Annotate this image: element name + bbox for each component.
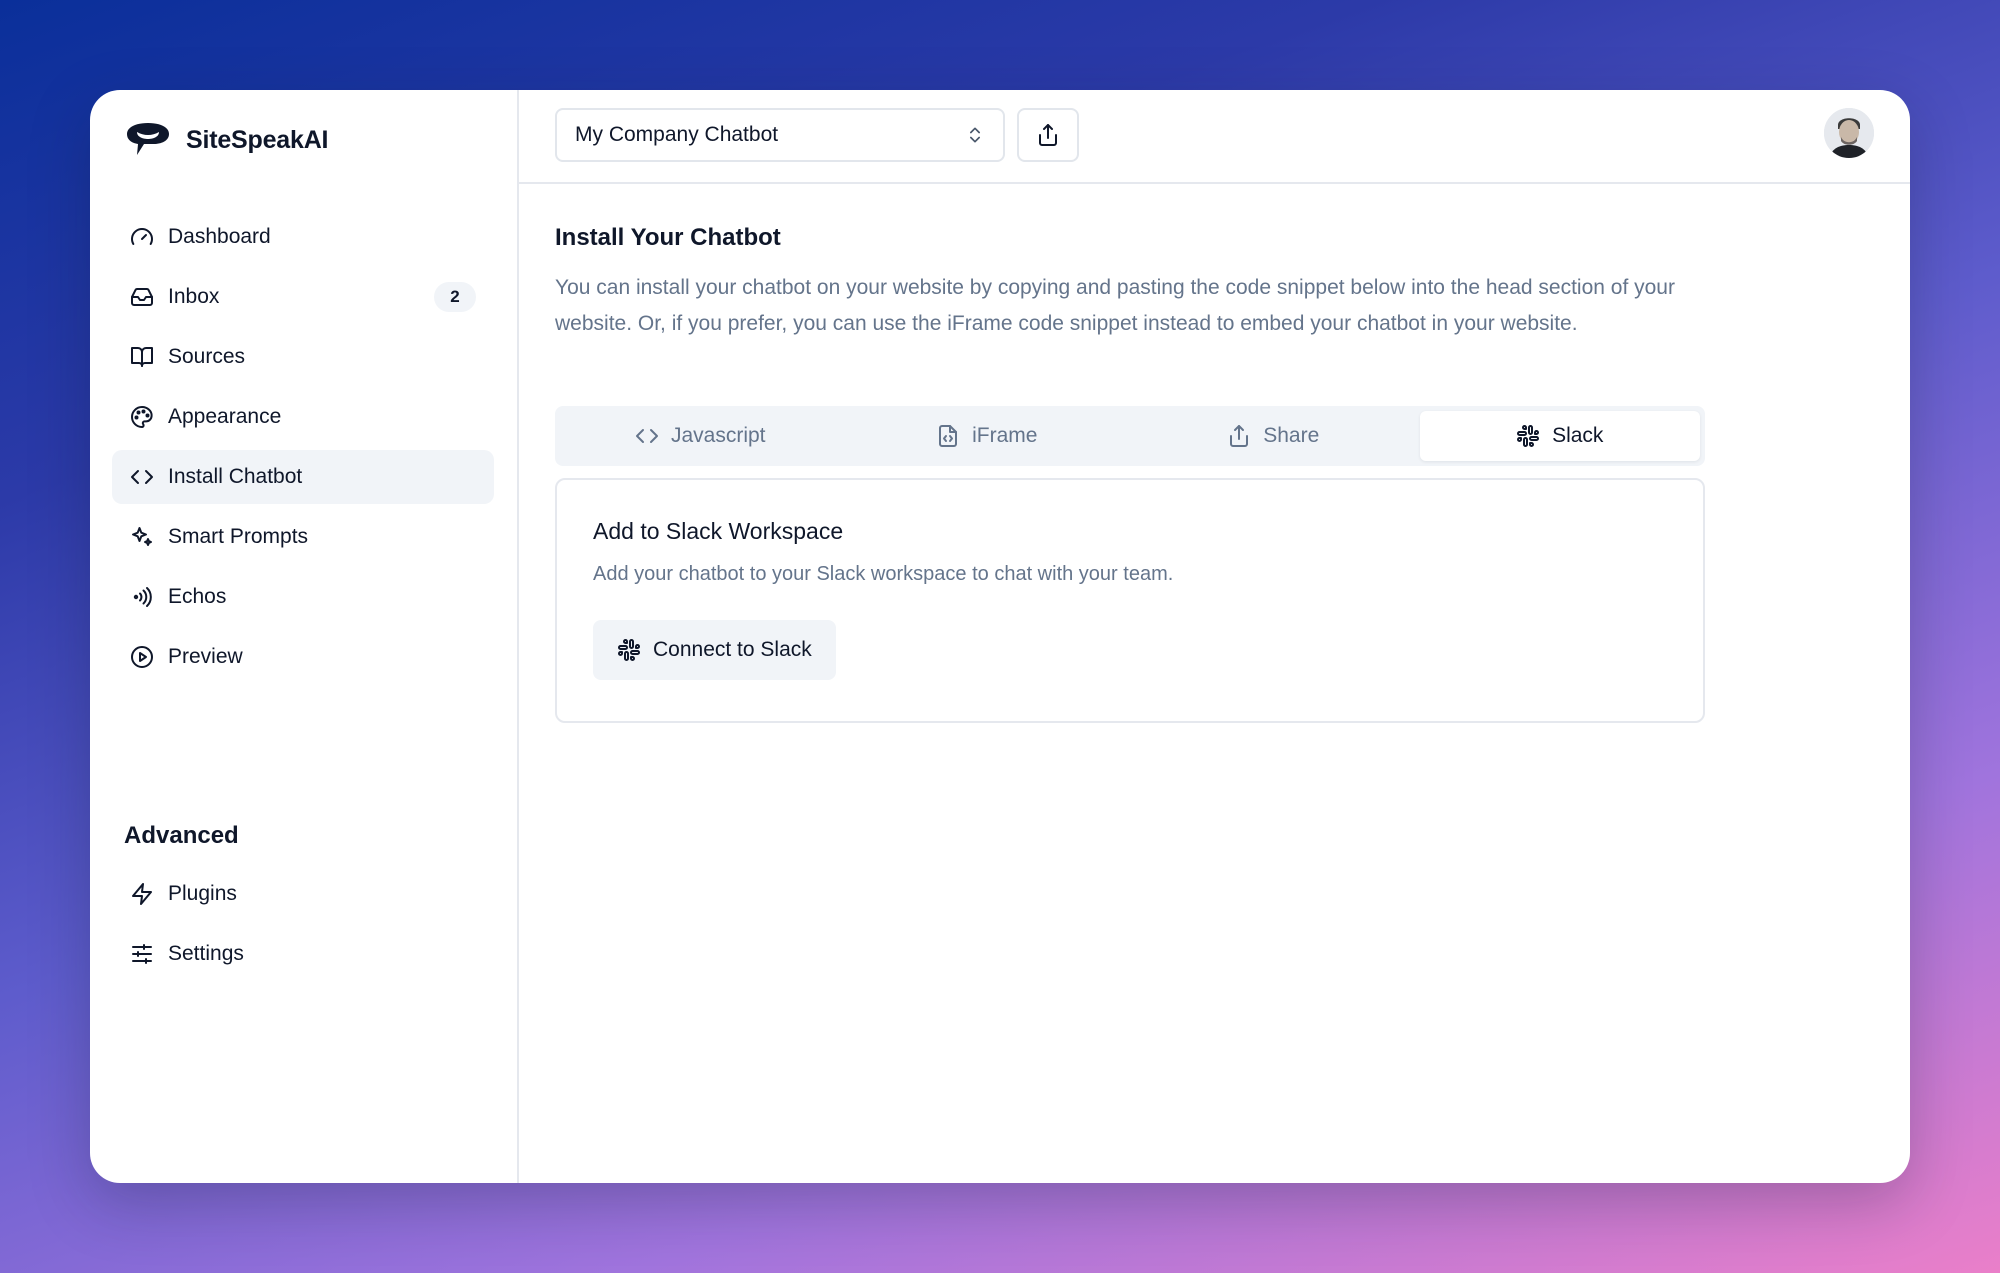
sidebar-item-plugins[interactable]: Plugins (112, 867, 494, 921)
sidebar-item-install-chatbot[interactable]: Install Chatbot (112, 450, 494, 504)
tab-share[interactable]: Share (1133, 411, 1414, 461)
broadcast-icon (133, 587, 152, 607)
code-icon (635, 429, 658, 443)
chatbot-selector[interactable]: My Company Chatbot (555, 108, 1005, 162)
palette-icon (131, 406, 153, 428)
brand-name: SiteSpeakAI (186, 125, 329, 154)
connect-to-slack-label: Connect to Slack (653, 638, 812, 661)
sidebar-item-appearance[interactable]: Appearance (112, 390, 494, 444)
page-description: You can install your chatbot on your web… (555, 276, 1675, 335)
advanced-section-title: Advanced (124, 822, 239, 849)
sidebar-item-label: Install Chatbot (168, 465, 303, 488)
brand-logo[interactable]: SiteSpeakAI (124, 120, 329, 160)
slack-icon (1517, 425, 1540, 447)
play-circle-icon (131, 646, 153, 668)
sidebar-item-sources[interactable]: Sources (112, 330, 494, 384)
sidebar-item-label: Appearance (168, 405, 282, 428)
gauge-icon (131, 228, 153, 245)
sidebar-item-label: Echos (168, 585, 227, 608)
avatar-photo-icon (1824, 108, 1874, 158)
app-window: SiteSpeakAI Dashboard Inbox 2 Sources Ap… (90, 90, 1910, 1183)
sidebar-item-label: Preview (168, 645, 243, 668)
sidebar-item-echos[interactable]: Echos (112, 570, 494, 624)
chatbot-selector-value: My Company Chatbot (575, 123, 779, 146)
code-icon (131, 470, 153, 484)
tab-label: Slack (1552, 424, 1604, 447)
install-section: Install Your Chatbot You can install you… (555, 224, 1705, 723)
share-icon (1039, 124, 1057, 146)
sidebar-item-label: Dashboard (168, 225, 271, 248)
chevron-up-down-icon (970, 127, 980, 143)
share-icon (1230, 425, 1249, 447)
share-button[interactable] (1017, 108, 1079, 162)
chat-bubble-logo-icon (127, 123, 169, 155)
tab-iframe[interactable]: iFrame (847, 411, 1128, 461)
topbar: My Company Chatbot (519, 90, 1910, 184)
tab-javascript[interactable]: Javascript (560, 411, 841, 461)
sidebar-item-label: Smart Prompts (168, 525, 309, 548)
tab-label: iFrame (972, 424, 1038, 447)
sidebar: SiteSpeakAI Dashboard Inbox 2 Sources Ap… (90, 90, 519, 1183)
slack-card-description: Add your chatbot to your Slack workspace… (593, 563, 1174, 585)
sidebar-nav: Dashboard Inbox 2 Sources Appearance Ins… (112, 210, 494, 690)
sidebar-item-label: Settings (168, 942, 244, 965)
sidebar-item-label: Sources (168, 345, 246, 368)
sidebar-item-label: Plugins (168, 882, 237, 905)
slack-icon (618, 639, 640, 661)
slack-card-title: Add to Slack Workspace (593, 518, 844, 544)
sidebar-item-smart-prompts[interactable]: Smart Prompts (112, 510, 494, 564)
file-code-icon (939, 425, 958, 447)
tab-label: Javascript (670, 424, 766, 447)
sidebar-item-settings[interactable]: Settings (112, 927, 494, 981)
zap-icon (132, 883, 152, 905)
main-panel: My Company Chatbot Install Your Chatbot … (519, 90, 1910, 1183)
page-title: Install Your Chatbot (555, 224, 781, 251)
inbox-count-badge: 2 (434, 282, 476, 312)
sliders-icon (132, 944, 152, 964)
slack-card: Add to Slack Workspace Add your chatbot … (555, 478, 1705, 723)
sidebar-advanced-nav: Plugins Settings (112, 867, 494, 987)
sidebar-item-inbox[interactable]: Inbox 2 (112, 270, 494, 324)
sidebar-item-label: Inbox (168, 285, 220, 308)
sparkles-icon (132, 527, 152, 546)
tab-slack[interactable]: Slack (1419, 411, 1700, 461)
connect-to-slack-button[interactable]: Connect to Slack (593, 620, 836, 680)
tab-label: Share (1263, 424, 1320, 447)
user-avatar[interactable] (1824, 108, 1874, 158)
sidebar-item-dashboard[interactable]: Dashboard (112, 210, 494, 264)
sidebar-item-preview[interactable]: Preview (112, 630, 494, 684)
inbox-icon (131, 288, 153, 306)
install-tabs: Javascript iFrame Share Slack (555, 406, 1705, 466)
book-icon (131, 347, 153, 367)
